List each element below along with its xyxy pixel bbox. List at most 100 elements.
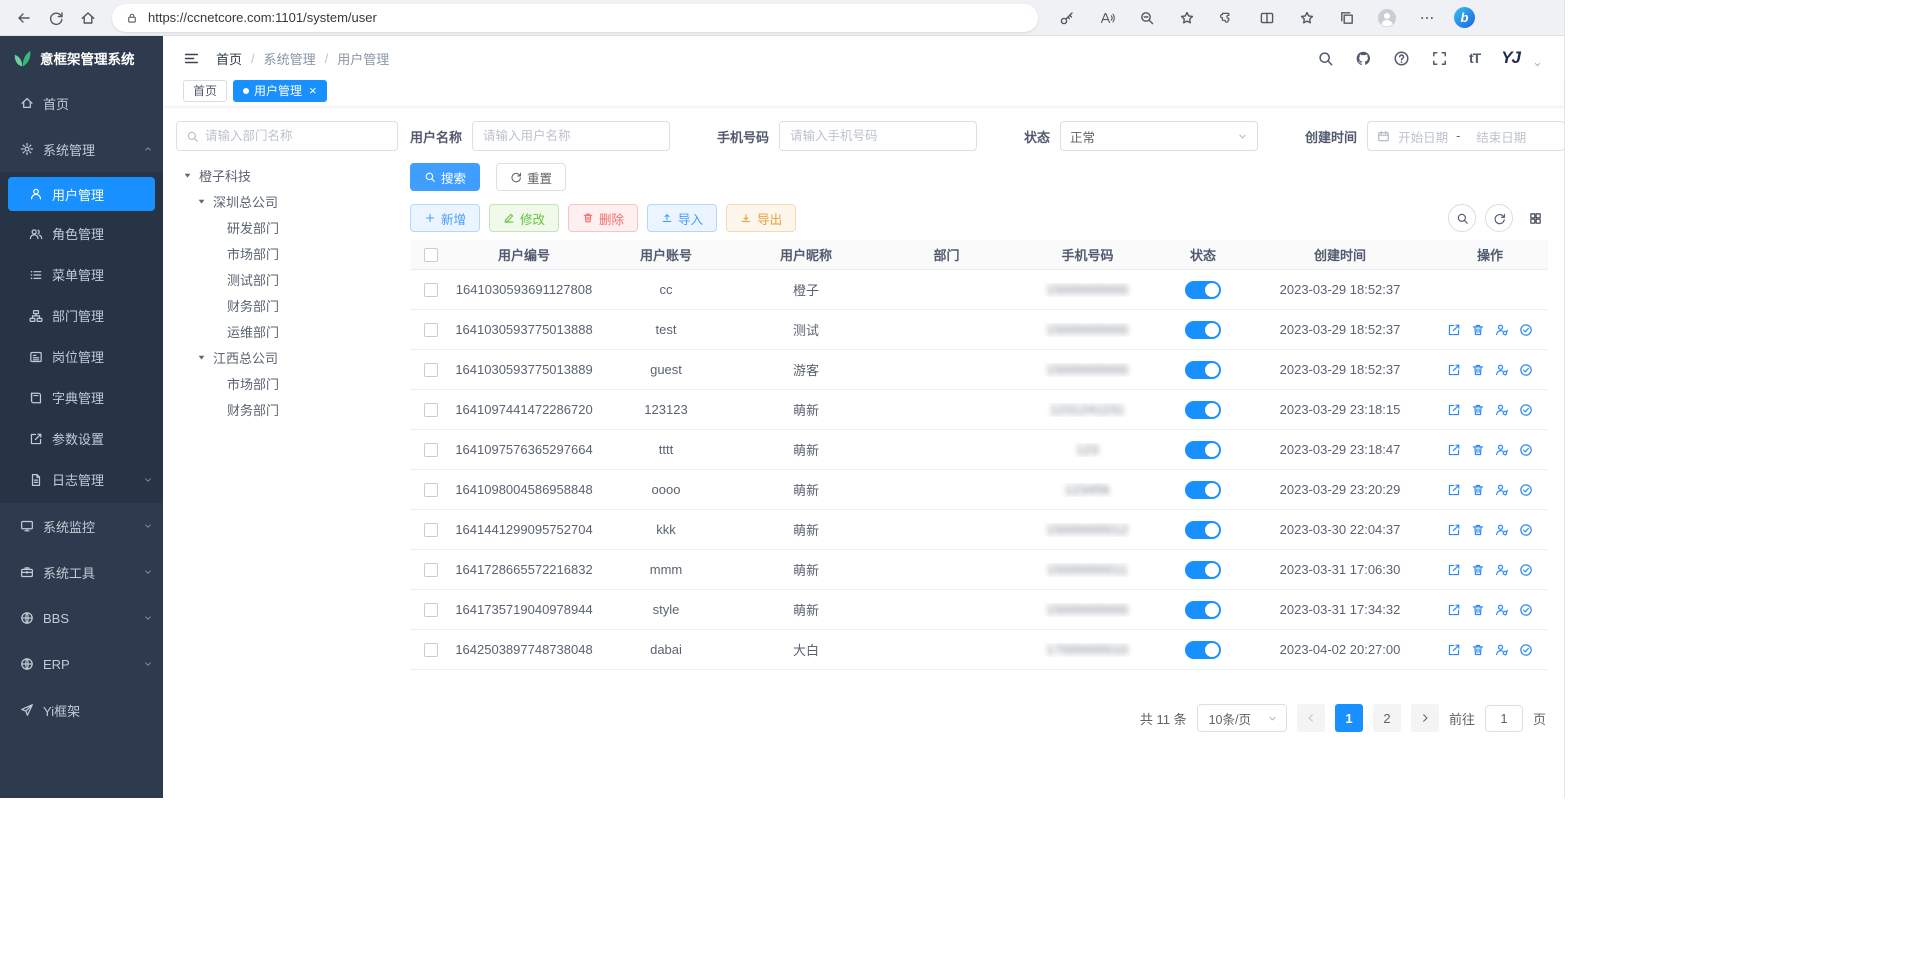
status-toggle[interactable]	[1185, 521, 1221, 539]
row-checkbox[interactable]	[424, 603, 438, 617]
select-all-checkbox[interactable]	[424, 248, 438, 262]
read-aloud-icon[interactable]	[1090, 3, 1124, 33]
row-checkbox[interactable]	[424, 443, 438, 457]
sidebar-collapse-button[interactable]	[183, 50, 200, 67]
tab-active[interactable]: 用户管理×	[233, 80, 327, 102]
status-toggle[interactable]	[1185, 481, 1221, 499]
password-key-icon[interactable]	[1050, 3, 1084, 33]
add-button[interactable]: 新增	[410, 204, 480, 232]
page-button[interactable]: 2	[1373, 704, 1401, 732]
phone-input[interactable]	[779, 121, 977, 151]
header-search-icon[interactable]	[1317, 50, 1334, 67]
tree-node[interactable]: 橙子科技	[176, 162, 398, 188]
status-toggle[interactable]	[1185, 441, 1221, 459]
tree-node[interactable]: 江西总公司	[176, 344, 398, 370]
page-size-select[interactable]: 10条/页	[1197, 704, 1287, 732]
sidebar-item[interactable]: BBS	[0, 595, 163, 641]
assign-role-icon-button[interactable]	[1519, 603, 1533, 617]
row-checkbox[interactable]	[424, 523, 438, 537]
reset-password-icon-button[interactable]	[1495, 443, 1509, 457]
reset-password-icon-button[interactable]	[1495, 603, 1509, 617]
status-toggle[interactable]	[1185, 641, 1221, 659]
caret-down-icon[interactable]	[196, 352, 213, 363]
tree-node[interactable]: 测试部门	[176, 266, 398, 292]
date-range-picker[interactable]: 开始日期 - 结束日期	[1367, 121, 1564, 151]
status-toggle[interactable]	[1185, 361, 1221, 379]
reset-password-icon-button[interactable]	[1495, 523, 1509, 537]
search-toggle-button[interactable]	[1448, 204, 1476, 232]
assign-role-icon-button[interactable]	[1519, 483, 1533, 497]
username-input[interactable]	[472, 121, 670, 151]
assign-role-icon-button[interactable]	[1519, 323, 1533, 337]
split-screen-icon[interactable]	[1250, 3, 1284, 33]
sidebar-item[interactable]: 菜单管理	[0, 254, 163, 295]
tree-node[interactable]: 财务部门	[176, 292, 398, 318]
breadcrumb-item[interactable]: 用户管理	[337, 49, 389, 68]
tree-node[interactable]: 市场部门	[176, 240, 398, 266]
fullscreen-icon[interactable]	[1431, 50, 1448, 67]
sidebar-item[interactable]: 系统工具	[0, 549, 163, 595]
reset-password-icon-button[interactable]	[1495, 323, 1509, 337]
tree-node[interactable]: 财务部门	[176, 396, 398, 422]
delete-icon-button[interactable]	[1471, 603, 1485, 617]
assign-role-icon-button[interactable]	[1519, 563, 1533, 577]
tree-node[interactable]: 研发部门	[176, 214, 398, 240]
assign-role-icon-button[interactable]	[1519, 363, 1533, 377]
refresh-table-button[interactable]	[1485, 204, 1513, 232]
status-select[interactable]: 正常	[1060, 121, 1258, 151]
edit-icon-button[interactable]	[1447, 443, 1461, 457]
sidebar-item[interactable]: 参数设置	[0, 418, 163, 459]
delete-icon-button[interactable]	[1471, 483, 1485, 497]
edit-icon-button[interactable]	[1447, 563, 1461, 577]
sidebar-item[interactable]: Yi框架	[0, 687, 163, 733]
caret-down-icon[interactable]	[182, 170, 199, 181]
delete-icon-button[interactable]	[1471, 523, 1485, 537]
page-button[interactable]: 1	[1335, 704, 1363, 732]
import-button[interactable]: 导入	[647, 204, 717, 232]
browser-home-button[interactable]	[72, 3, 104, 33]
sidebar-item[interactable]: 系统监控	[0, 503, 163, 549]
sidebar-item[interactable]: 角色管理	[0, 213, 163, 254]
edit-button[interactable]: 修改	[489, 204, 559, 232]
assign-role-icon-button[interactable]	[1519, 523, 1533, 537]
sidebar-item[interactable]: 部门管理	[0, 295, 163, 336]
reset-password-icon-button[interactable]	[1495, 643, 1509, 657]
delete-icon-button[interactable]	[1471, 363, 1485, 377]
tree-node[interactable]: 运维部门	[176, 318, 398, 344]
sidebar-item[interactable]: 系统管理	[0, 126, 163, 172]
status-toggle[interactable]	[1185, 401, 1221, 419]
edit-icon-button[interactable]	[1447, 523, 1461, 537]
browser-profile-avatar[interactable]	[1370, 3, 1404, 33]
sidebar-item[interactable]: ERP	[0, 641, 163, 687]
browser-back-button[interactable]	[8, 3, 40, 33]
browser-settings-menu-icon[interactable]	[1410, 3, 1444, 33]
edit-icon-button[interactable]	[1447, 363, 1461, 377]
row-checkbox[interactable]	[424, 363, 438, 377]
edit-icon-button[interactable]	[1447, 403, 1461, 417]
status-toggle[interactable]	[1185, 601, 1221, 619]
row-checkbox[interactable]	[424, 403, 438, 417]
delete-icon-button[interactable]	[1471, 323, 1485, 337]
reset-password-icon-button[interactable]	[1495, 483, 1509, 497]
row-checkbox[interactable]	[424, 283, 438, 297]
row-checkbox[interactable]	[424, 643, 438, 657]
goto-page-input[interactable]	[1485, 705, 1523, 732]
tree-node[interactable]: 深圳总公司	[176, 188, 398, 214]
assign-role-icon-button[interactable]	[1519, 643, 1533, 657]
status-toggle[interactable]	[1185, 321, 1221, 339]
sidebar-item[interactable]: 日志管理	[0, 459, 163, 500]
reset-password-icon-button[interactable]	[1495, 563, 1509, 577]
row-checkbox[interactable]	[424, 323, 438, 337]
next-page-button[interactable]	[1411, 704, 1439, 732]
reset-button[interactable]: 重置	[496, 163, 566, 191]
export-button[interactable]: 导出	[726, 204, 796, 232]
extensions-icon[interactable]	[1210, 3, 1244, 33]
row-checkbox[interactable]	[424, 563, 438, 577]
delete-icon-button[interactable]	[1471, 563, 1485, 577]
browser-refresh-button[interactable]	[40, 3, 72, 33]
favorites-icon[interactable]	[1290, 3, 1324, 33]
row-checkbox[interactable]	[424, 483, 438, 497]
tree-node[interactable]: 市场部门	[176, 370, 398, 396]
avatar-dropdown-caret-icon[interactable]	[1533, 60, 1542, 69]
delete-icon-button[interactable]	[1471, 643, 1485, 657]
